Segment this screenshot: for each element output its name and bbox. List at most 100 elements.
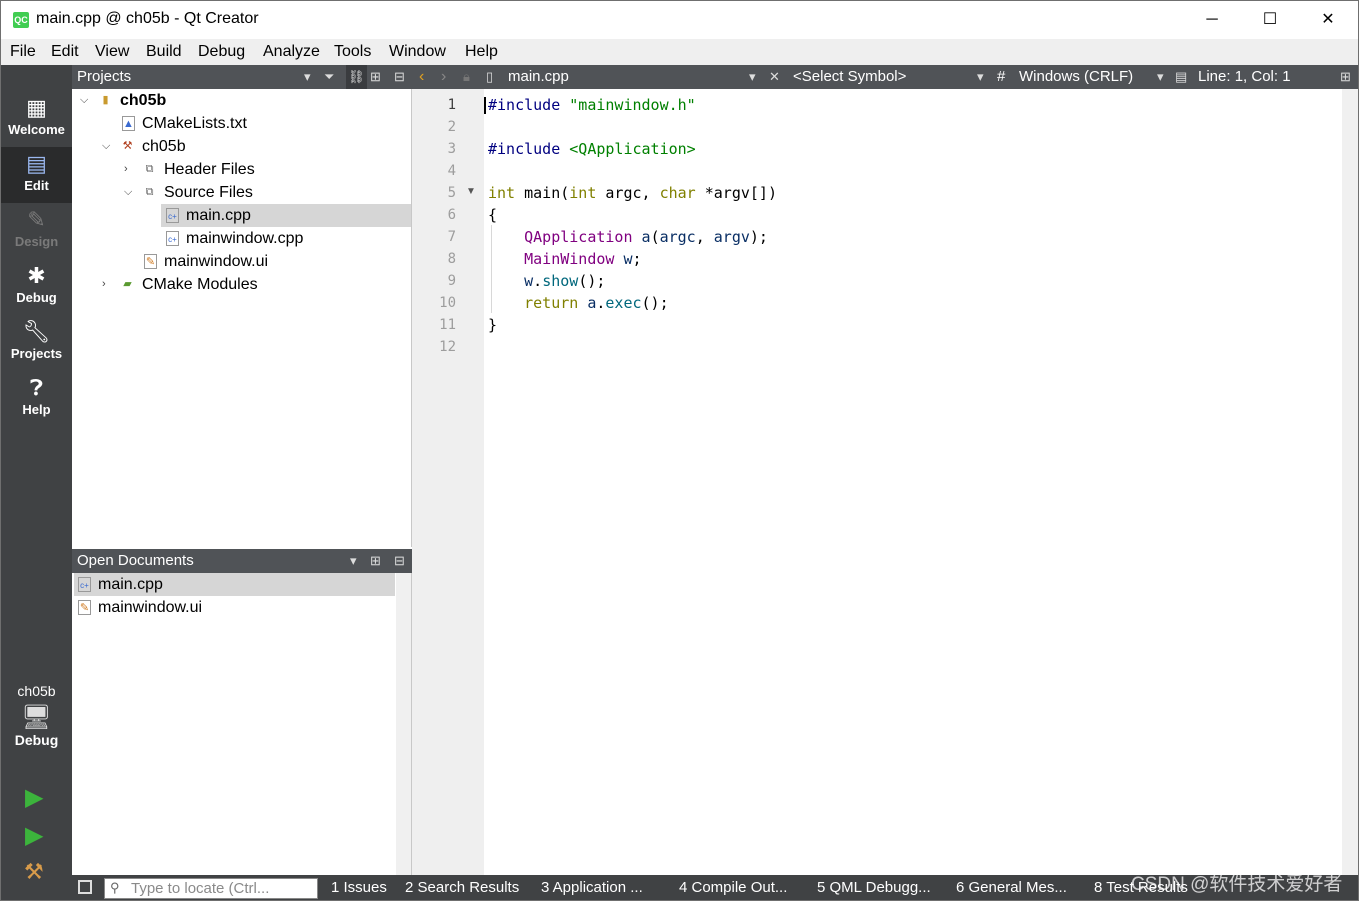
menu-tools[interactable]: Tools [334,43,371,61]
editor-vertical-scrollbar[interactable] [1342,89,1358,875]
mode-design[interactable]: ✎ Design [1,203,72,259]
chevron-down-icon[interactable]: ▾ [749,65,756,89]
modules-folder-icon: ▰ [123,278,132,290]
mode-edit-label: Edit [24,178,49,193]
tree-item-header-files[interactable]: › ⧉ Header Files [72,158,411,181]
pane-application-output[interactable]: 3 Application ... [541,879,643,896]
tree-item-cmake-modules[interactable]: › ▰ CMake Modules [72,273,411,296]
forward-arrow-icon[interactable]: › [441,65,446,89]
ui-form-file-icon: ✎ [144,254,157,269]
menu-debug[interactable]: Debug [198,43,245,61]
menu-view[interactable]: View [95,43,129,61]
code-line[interactable]: } [488,314,497,336]
project-tree: ⌵ ▮ ch05b ▲ CMakeLists.txt ⌵ ⚒ ch05b › ⧉… [72,89,412,547]
ui-form-file-icon: ✎ [78,600,91,615]
menu-help[interactable]: Help [465,43,498,61]
cmake-file-icon: ▲ [122,116,135,131]
hash-indicator[interactable]: # [997,65,1005,89]
chevron-down-icon[interactable]: ⌵ [80,89,88,112]
pane-compile-output[interactable]: 4 Compile Out... [679,879,787,896]
menu-analyze[interactable]: Analyze [263,43,320,61]
line-endings-selector[interactable]: Windows (CRLF) [1019,65,1133,89]
folder-icon: ⧉ [145,186,154,198]
locator-input[interactable]: ⚲ Type to locate (Ctrl... [104,878,318,899]
mode-help[interactable]: ❓︎ Help [1,371,72,427]
tree-item-cmakelists[interactable]: ▲ CMakeLists.txt [72,112,411,135]
code-line[interactable]: QApplication a(argc, argv); [488,226,768,248]
tree-item-label: mainwindow.ui [164,253,269,270]
pane-general-messages[interactable]: 6 General Mes... [956,879,1067,896]
mode-edit[interactable]: ▤ Edit [1,147,72,203]
open-doc-mainwindow-ui[interactable]: ✎ mainwindow.ui [74,596,395,619]
pane-search-results[interactable]: 2 Search Results [405,879,519,896]
tree-item-source-files[interactable]: ⌵ ⧉ Source Files [72,181,411,204]
split-icon[interactable]: ⊞ [370,65,381,89]
open-doc-label: main.cpp [98,576,163,593]
line-number: 4 [447,163,456,179]
mode-projects[interactable]: 🔧︎ Projects [1,315,72,371]
run-icon[interactable]: ▶ [25,783,43,812]
open-doc-main-cpp[interactable]: c+ main.cpp [74,573,395,596]
cpp-file-icon: c+ [166,208,179,223]
chevron-down-icon[interactable]: ⌵ [102,135,110,158]
chevron-right-icon[interactable]: › [124,158,128,181]
chevron-down-icon[interactable]: ▾ [1157,65,1164,89]
symbol-selector[interactable]: <Select Symbol> [793,65,906,89]
code-line[interactable]: int main(int argc, char *argv[]) [488,182,777,204]
chevron-down-icon[interactable]: ▾ [977,65,984,89]
cursor-position[interactable]: Line: 1, Col: 1 [1198,65,1291,89]
minimize-button[interactable]: ─ [1183,1,1241,39]
code-line[interactable]: w.show(); [488,270,605,292]
maximize-button[interactable]: ☐ [1241,1,1299,39]
close-document-icon[interactable]: ✕ [769,65,780,89]
toggle-sidebar-icon[interactable] [78,880,92,894]
chevron-right-icon[interactable]: › [102,273,106,296]
line-number-gutter: 1 2 3 4 5 6 7 8 9 10 11 12 ▼ [412,89,484,875]
split-icon[interactable]: ⊞ [1340,65,1351,89]
chevron-down-icon[interactable]: ▾ [350,549,357,573]
code-line[interactable]: { [488,204,497,226]
code-line[interactable]: MainWindow w; [488,248,641,270]
line-number: 5 [447,185,456,201]
tree-item-mainwindow-cpp[interactable]: c+ mainwindow.cpp [161,227,411,250]
fold-marker-icon[interactable]: ▼ [466,186,476,197]
line-number: 12 [439,339,456,355]
chevron-down-icon[interactable]: ▾ [304,65,311,89]
build-hammer-icon[interactable]: ⚒ [24,859,44,885]
tree-item-main-cpp[interactable]: c+ main.cpp [161,204,411,227]
menu-edit[interactable]: Edit [51,43,79,61]
link-icon[interactable]: ⛓ [346,65,367,89]
current-file-name[interactable]: main.cpp [508,65,569,89]
code-line[interactable]: #include <QApplication> [488,138,696,160]
split-icon[interactable]: ⊞ [370,549,381,573]
tree-item-ch05b-target[interactable]: ⌵ ⚒ ch05b [72,135,411,158]
folder-icon: ⧉ [145,163,154,175]
mode-welcome[interactable]: ▦ Welcome [1,91,72,147]
tree-item-label: ch05b [120,92,167,109]
close-button[interactable]: ✕ [1299,1,1357,39]
close-panel-icon[interactable]: ⊟ [394,549,405,573]
line-number: 6 [447,207,456,223]
debug-run-icon[interactable]: ▶ [25,821,43,850]
pane-qml-debugger[interactable]: 5 QML Debugg... [817,879,931,896]
menu-build[interactable]: Build [146,43,182,61]
code-line[interactable]: return a.exec(); [488,292,669,314]
close-panel-icon[interactable]: ⊟ [394,65,405,89]
back-arrow-icon[interactable]: ‹ [419,65,424,89]
open-documents-scrollbar[interactable] [396,573,411,875]
mode-debug[interactable]: ✱ Debug [1,259,72,315]
code-editor[interactable]: #include "mainwindow.h" #include <QAppli… [484,89,1342,875]
pane-issues[interactable]: 1 Issues [331,879,387,896]
mode-selector-bar: ▦ Welcome ▤ Edit ✎ Design ✱ Debug 🔧︎ Pro… [1,65,72,900]
menu-file[interactable]: File [10,43,36,61]
filter-icon[interactable]: ⏷ [324,65,334,89]
projects-panel-title: Projects [77,68,132,85]
open-documents-header: Open Documents ▾ ⊞ ⊟ [72,549,412,573]
code-line[interactable]: #include "mainwindow.h" [488,94,696,116]
qt-creator-window: QC main.cpp @ ch05b - Qt Creator ─ ☐ ✕ F… [0,0,1359,901]
menu-window[interactable]: Window [389,43,446,61]
tree-item-mainwindow-ui[interactable]: ✎ mainwindow.ui [72,250,411,273]
tree-item-ch05b-root[interactable]: ⌵ ▮ ch05b [72,89,411,112]
mode-welcome-label: Welcome [8,122,65,137]
chevron-down-icon[interactable]: ⌵ [124,181,132,204]
